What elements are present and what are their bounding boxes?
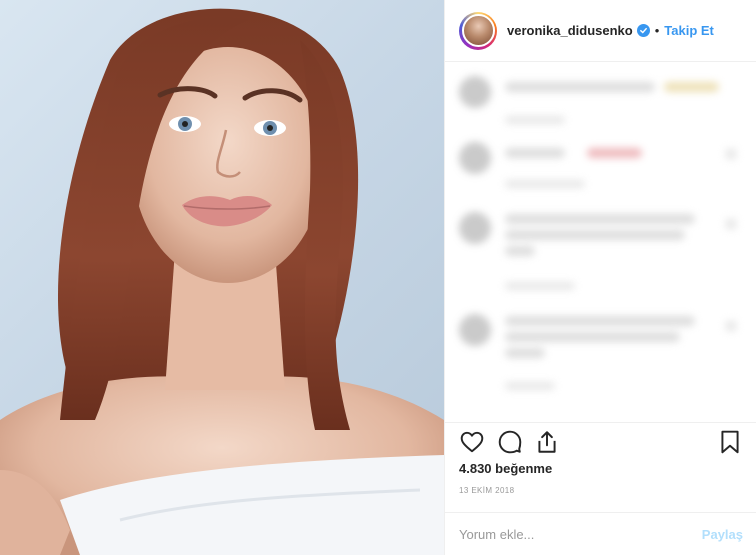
profile-avatar[interactable]: [459, 11, 497, 50]
post-actions: 4.830 beğenme 13 EKİM 2018: [445, 422, 756, 512]
follow-button[interactable]: Takip Et: [664, 23, 714, 38]
post-header: veronika_didusenko • Takip Et: [445, 0, 756, 62]
add-comment-bar: Paylaş: [445, 512, 756, 555]
verified-badge-icon: [636, 24, 650, 37]
comment-icon[interactable]: [497, 429, 523, 455]
post-comment-button[interactable]: Paylaş: [702, 527, 743, 542]
comment-item: [459, 142, 743, 202]
username-link[interactable]: veronika_didusenko: [507, 23, 633, 38]
comment-item: [459, 212, 743, 302]
separator-dot: •: [654, 23, 660, 38]
comment-item: [459, 76, 743, 136]
comments-list: [445, 62, 756, 422]
heart-icon[interactable]: [459, 429, 485, 455]
post-sidebar: veronika_didusenko • Takip Et 4.830 beğe…: [444, 0, 756, 555]
comment-input[interactable]: [459, 526, 702, 542]
post-date[interactable]: 13 EKİM 2018: [459, 486, 515, 495]
portrait-image: [0, 8, 444, 555]
share-icon[interactable]: [534, 429, 560, 455]
avatar-image: [461, 14, 495, 47]
post-photo[interactable]: [0, 0, 444, 555]
action-icons: [459, 429, 743, 459]
bookmark-icon[interactable]: [717, 429, 743, 455]
comment-item: [459, 314, 743, 404]
like-count[interactable]: 4.830 beğenme: [459, 461, 552, 476]
